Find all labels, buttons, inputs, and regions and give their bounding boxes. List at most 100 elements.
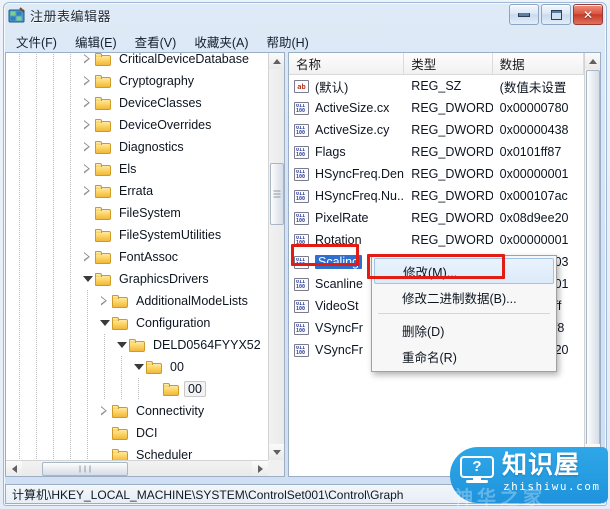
maximize-button[interactable]: [541, 4, 571, 25]
value-name: VSyncFr: [315, 321, 363, 335]
menu-help[interactable]: 帮助(H): [257, 30, 317, 53]
string-value-icon: ab: [294, 79, 309, 93]
table-row[interactable]: ab (默认) REG_SZ (数值未设置: [289, 75, 584, 97]
chevron-down-icon[interactable]: [99, 318, 110, 329]
tree-item[interactable]: 00: [6, 378, 268, 400]
tree-vertical-scrollbar[interactable]: [268, 53, 284, 460]
table-row[interactable]: 011100010 HSyncFreq.Den... REG_DWORD 0x0000…: [289, 163, 584, 185]
tree-indent-guide: [87, 356, 88, 378]
tree-item[interactable]: CriticalDeviceDatabase: [6, 53, 268, 70]
tree-item[interactable]: DCI: [6, 422, 268, 444]
tree-item[interactable]: GraphicsDrivers: [6, 268, 268, 290]
tree-scroll-right-button[interactable]: [252, 461, 268, 476]
table-row[interactable]: 011100010 ActiveSize.cy REG_DWORD 0x0000043…: [289, 119, 584, 141]
tree-item[interactable]: Scheduler: [6, 444, 268, 460]
context-menu-item[interactable]: 删除(D): [374, 317, 554, 343]
tree-item[interactable]: FontAssoc: [6, 246, 268, 268]
tree-indent-guide: [19, 180, 20, 202]
tree-item[interactable]: Errata: [6, 180, 268, 202]
list-vertical-scroll-thumb[interactable]: [586, 70, 600, 460]
context-menu-item[interactable]: 修改二进制数据(B)...: [374, 284, 554, 310]
tree-scroll-left-button[interactable]: [6, 461, 22, 476]
tree-indent-guide: [36, 422, 37, 444]
menu-bar: 文件(F) 编辑(E) 查看(V) 收藏夹(A) 帮助(H): [1, 30, 609, 52]
tree-indent-guide: [53, 136, 54, 158]
registry-tree-pane[interactable]: CriticalDeviceDatabase Cryptography Device…: [5, 52, 285, 477]
tree-item[interactable]: FileSystemUtilities: [6, 224, 268, 246]
context-menu-separator: [378, 313, 550, 314]
tree-item[interactable]: Els: [6, 158, 268, 180]
context-menu[interactable]: 修改(M)... 修改二进制数据(B)... 删除(D) 重命名(R): [371, 255, 557, 372]
column-header[interactable]: 类型: [404, 53, 493, 74]
chevron-down-icon[interactable]: [133, 362, 144, 373]
table-row[interactable]: 011100010 ActiveSize.cx REG_DWORD 0x0000078…: [289, 97, 584, 119]
list-vertical-scrollbar[interactable]: [584, 53, 600, 460]
tree-item[interactable]: FileSystem: [6, 202, 268, 224]
menu-view[interactable]: 查看(V): [126, 30, 186, 53]
chevron-right-icon[interactable]: [99, 296, 110, 307]
binary-value-icon: 011100010: [294, 277, 309, 291]
folder-icon: [112, 294, 128, 308]
list-scroll-down-button[interactable]: [585, 444, 600, 460]
chevron-right-icon[interactable]: [82, 164, 93, 175]
menu-favorites[interactable]: 收藏夹(A): [185, 30, 257, 53]
tree-item-label: GraphicsDrivers: [119, 272, 209, 286]
tree-item-label: Errata: [119, 184, 154, 198]
context-menu-item[interactable]: 重命名(R): [374, 343, 554, 369]
chevron-right-icon[interactable]: [82, 252, 93, 263]
tree-indent-guide: [53, 70, 54, 92]
table-row[interactable]: 011100010 PixelRate REG_DWORD 0x08d9ee20: [289, 207, 584, 229]
tree-item[interactable]: Connectivity: [6, 400, 268, 422]
menu-edit[interactable]: 编辑(E): [66, 30, 126, 53]
tree-item[interactable]: Configuration: [6, 312, 268, 334]
table-row[interactable]: 011100010 Rotation REG_DWORD 0x00000001: [289, 229, 584, 251]
chevron-right-icon[interactable]: [82, 76, 93, 87]
title-bar[interactable]: 注册表编辑器 ✕: [0, 0, 610, 30]
list-scroll-up-button[interactable]: [585, 53, 600, 69]
tree-indent-guide: [36, 202, 37, 224]
chevron-right-icon[interactable]: [99, 406, 110, 417]
tree-item[interactable]: 00: [6, 356, 268, 378]
minimize-button[interactable]: [509, 4, 539, 25]
tree-horizontal-scroll-thumb[interactable]: [42, 462, 128, 476]
tree-indent-guide: [36, 312, 37, 334]
chevron-right-icon[interactable]: [82, 186, 93, 197]
value-type-cell: REG_DWORD: [411, 189, 493, 203]
registry-editor-window: 注册表编辑器 ✕ 文件(F) 编辑(E) 查看(V) 收藏夹(A) 帮助(H) Crit…: [0, 0, 610, 509]
arrow-right-icon: [257, 465, 263, 473]
tree-indent-guide: [70, 53, 71, 70]
tree-indent-guide: [36, 92, 37, 114]
column-header[interactable]: 数据: [493, 53, 584, 74]
chevron-right-icon[interactable]: [82, 54, 93, 65]
tree-indent-guide: [87, 444, 88, 460]
chevron-right-icon[interactable]: [82, 120, 93, 131]
tree-indent-guide: [36, 378, 37, 400]
tree-scroll-down-button[interactable]: [269, 444, 284, 460]
chevron-down-icon[interactable]: [116, 340, 127, 351]
tree-item[interactable]: DeviceClasses: [6, 92, 268, 114]
tree-scroll-up-button[interactable]: [269, 53, 284, 69]
tree-indent-guide: [19, 444, 20, 460]
column-header[interactable]: 名称: [289, 53, 405, 74]
tree-item-label: 00: [184, 381, 206, 397]
tree-indent-guide: [70, 202, 71, 224]
chevron-right-icon[interactable]: [82, 98, 93, 109]
status-bar: 计算机\HKEY_LOCAL_MACHINE\SYSTEM\ControlSet…: [5, 484, 601, 504]
tree-item[interactable]: DeviceOverrides: [6, 114, 268, 136]
close-button[interactable]: ✕: [573, 4, 603, 25]
tree-item[interactable]: DELD0564FYYX52: [6, 334, 268, 356]
context-menu-item[interactable]: 修改(M)...: [374, 258, 554, 284]
tree-item[interactable]: Cryptography: [6, 70, 268, 92]
table-row[interactable]: 011100010 Flags REG_DWORD 0x0101ff87: [289, 141, 584, 163]
chevron-down-icon[interactable]: [82, 274, 93, 285]
tree-vertical-scroll-thumb[interactable]: [270, 163, 284, 225]
tree-item[interactable]: AdditionalModeLists: [6, 290, 268, 312]
folder-icon: [95, 118, 111, 132]
table-row[interactable]: 011100010 HSyncFreq.Nu... REG_DWORD 0x00010…: [289, 185, 584, 207]
tree-item[interactable]: Diagnostics: [6, 136, 268, 158]
menu-file[interactable]: 文件(F): [7, 30, 66, 53]
chevron-right-icon[interactable]: [82, 142, 93, 153]
tree-horizontal-scrollbar[interactable]: [6, 460, 268, 476]
folder-icon: [95, 53, 111, 66]
tree-item-label: Els: [119, 162, 137, 176]
